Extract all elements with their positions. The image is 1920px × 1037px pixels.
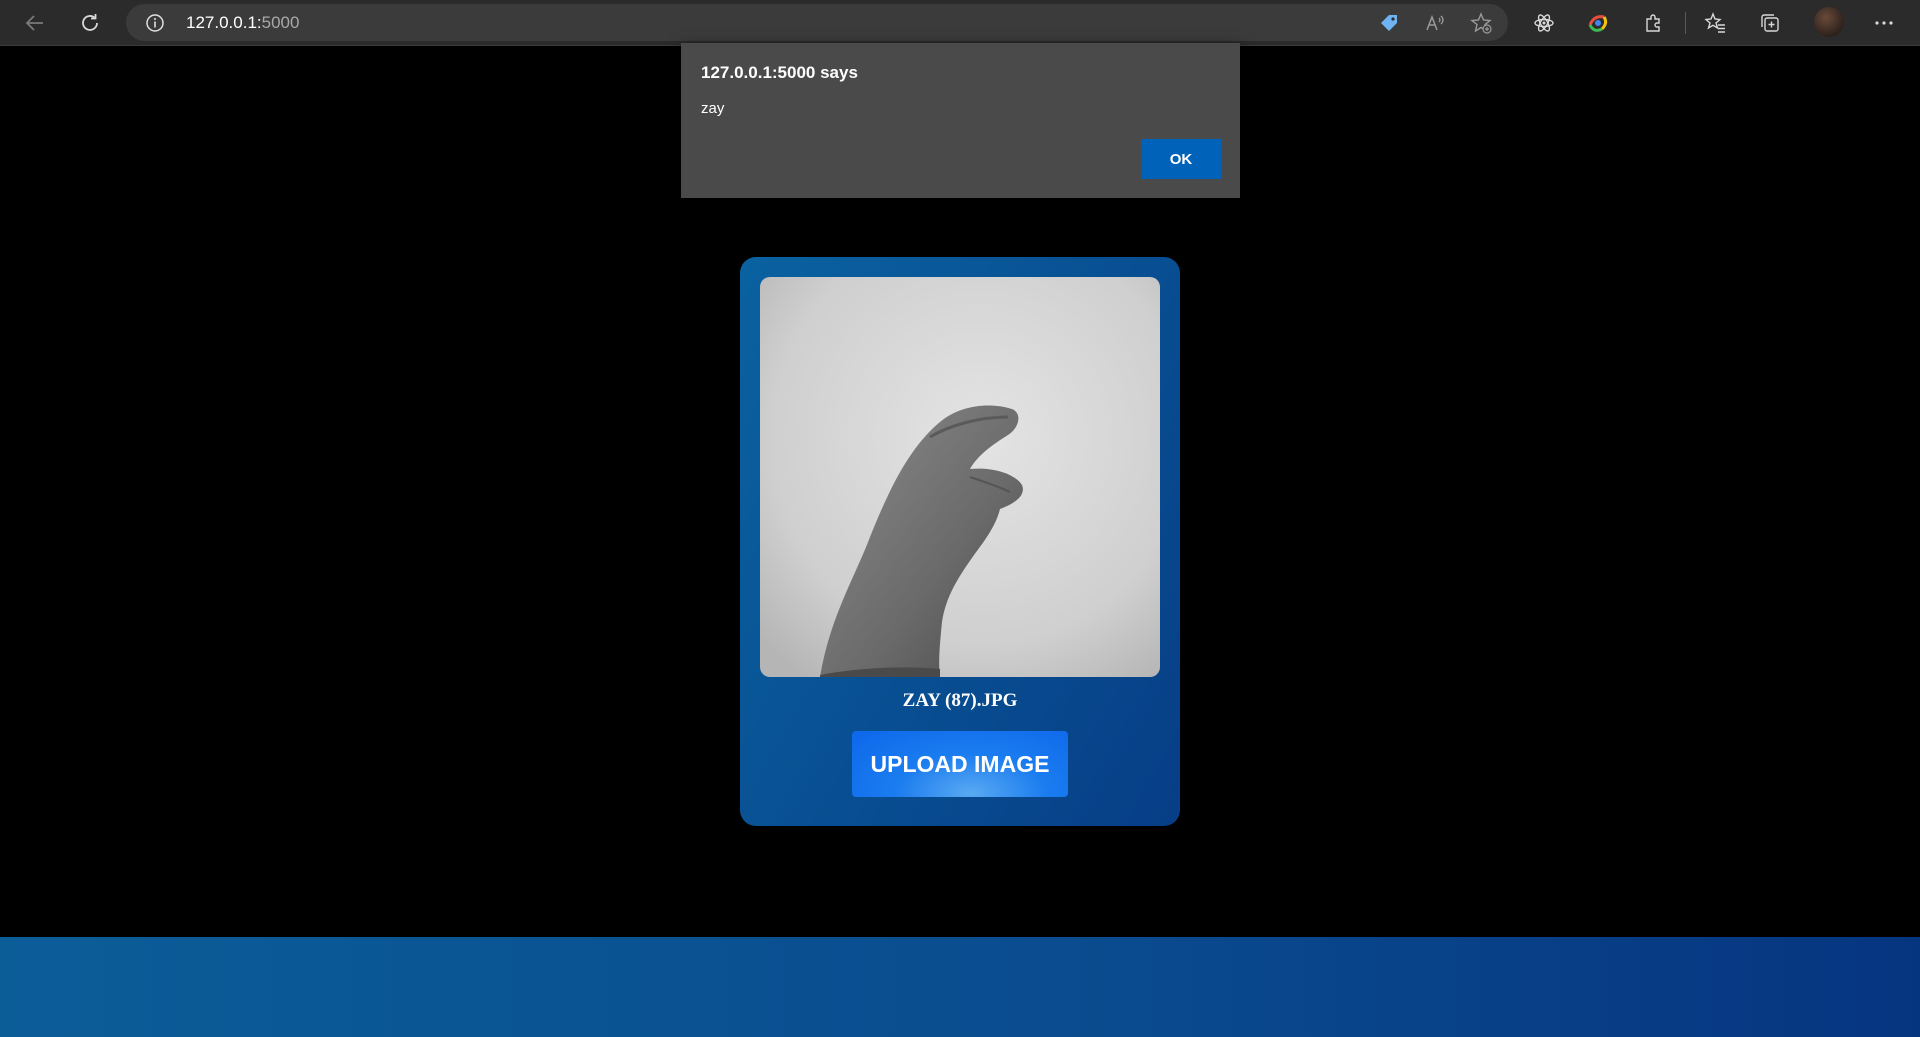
more-menu-icon[interactable] [1871,10,1897,36]
toolbar-divider [1685,12,1686,34]
alert-title: 127.0.0.1:5000 says [701,63,858,82]
profile-avatar[interactable] [1814,7,1844,37]
url-host: 127.0.0.1: [186,13,262,32]
copilot-atom-icon[interactable] [1531,10,1557,36]
alert-ok-button[interactable]: OK [1141,139,1221,179]
upload-image-button[interactable]: UPLOAD IMAGE [852,731,1068,797]
uploaded-image [760,277,1160,677]
back-arrow-icon[interactable] [18,6,52,40]
read-aloud-icon[interactable] [1424,12,1446,34]
extensions-icon[interactable] [1640,10,1666,36]
alert-dialog: 127.0.0.1:5000 says zay OK [681,43,1240,198]
address-bar[interactable]: 127.0.0.1:5000 [126,4,1508,41]
site-info-icon[interactable] [145,13,165,33]
url-port: 5000 [261,13,300,32]
add-favorite-icon[interactable] [1470,12,1492,34]
browser-essentials-icon[interactable] [1585,10,1611,36]
favorites-icon[interactable] [1702,10,1728,36]
alert-message: zay [701,100,725,117]
footer-band [0,937,1920,1037]
collections-icon[interactable] [1757,10,1783,36]
image-filename: ZAY (87).JPG [902,690,1018,711]
url-text[interactable]: 127.0.0.1:5000 [186,4,299,41]
shopping-tag-icon[interactable] [1378,12,1400,34]
upload-card: ZAY (87).JPG UPLOAD IMAGE [740,257,1180,826]
browser-toolbar: 127.0.0.1:5000 [0,0,1920,46]
refresh-icon[interactable] [73,6,107,40]
